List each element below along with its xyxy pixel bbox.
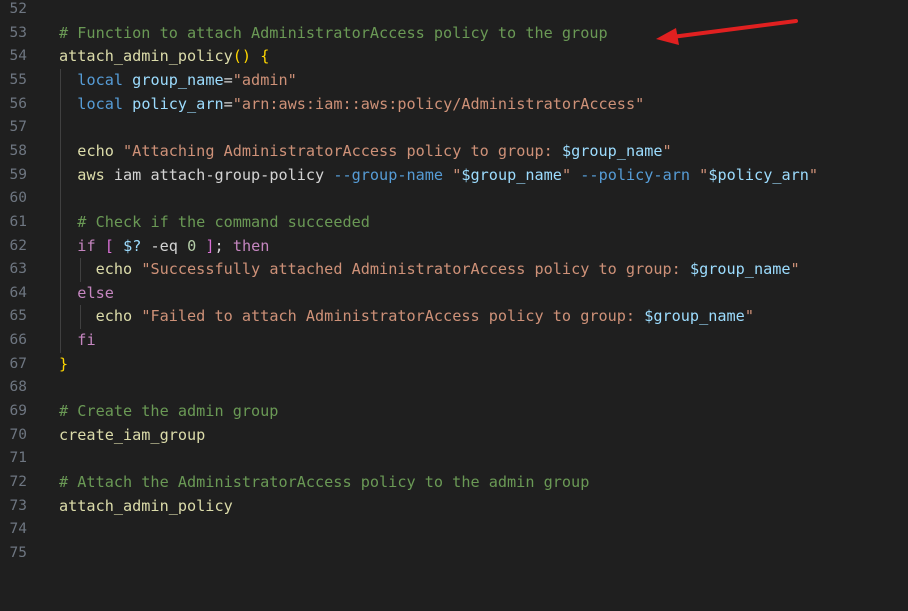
red-arrow-icon	[656, 19, 798, 45]
